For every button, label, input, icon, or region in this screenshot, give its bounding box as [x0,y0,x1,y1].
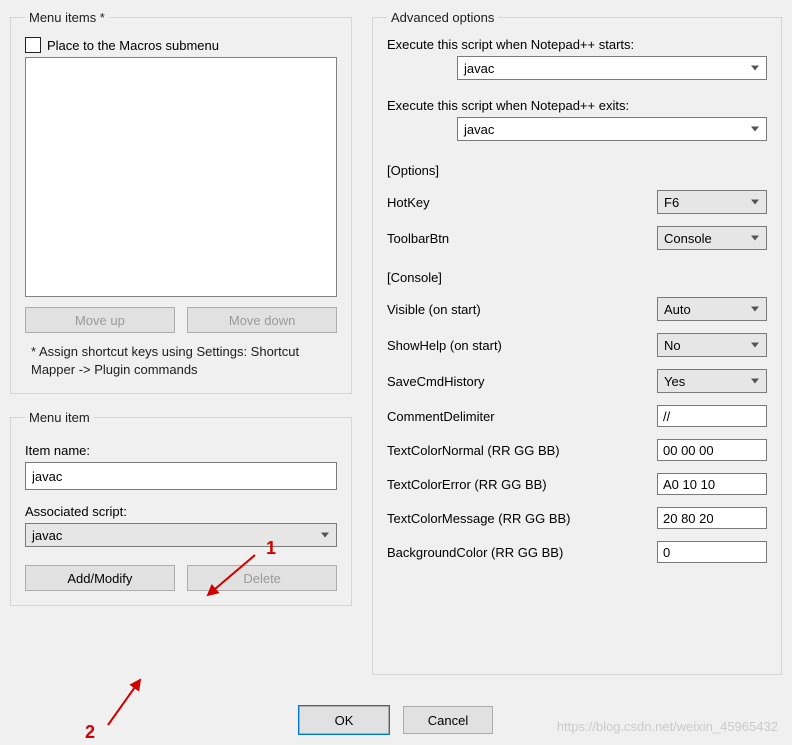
move-up-button[interactable]: Move up [25,307,175,333]
delete-button[interactable]: Delete [187,565,337,591]
textnormal-label: TextColorNormal (RR GG BB) [387,443,560,458]
chevron-down-icon [751,343,759,348]
hotkey-label: HotKey [387,195,430,210]
ok-button[interactable]: OK [299,706,389,734]
exec-exit-select[interactable]: javac [457,117,767,141]
visible-select[interactable]: Auto [657,297,767,321]
visible-value: Auto [664,302,691,317]
showhelp-value: No [664,338,681,353]
chevron-down-icon [751,127,759,132]
hotkey-select[interactable]: F6 [657,190,767,214]
cancel-button[interactable]: Cancel [403,706,493,734]
menu-items-list[interactable] [25,57,337,297]
commentdelim-input[interactable] [657,405,767,427]
exec-exit-value: javac [464,122,494,137]
textnormal-input[interactable] [657,439,767,461]
chevron-down-icon [751,66,759,71]
chevron-down-icon [321,533,329,538]
commentdelim-label: CommentDelimiter [387,409,495,424]
toolbar-label: ToolbarBtn [387,231,449,246]
showhelp-label: ShowHelp (on start) [387,338,502,353]
toolbar-value: Console [664,231,712,246]
chevron-down-icon [751,236,759,241]
toolbar-select[interactable]: Console [657,226,767,250]
hotkey-value: F6 [664,195,679,210]
menu-items-group: Menu items * Place to the Macros submenu… [10,10,352,394]
visible-label: Visible (on start) [387,302,481,317]
menu-item-legend: Menu item [25,410,94,425]
savecmd-value: Yes [664,374,685,389]
options-section-label: [Options] [387,163,767,178]
chevron-down-icon [751,307,759,312]
item-name-input[interactable] [25,462,337,490]
chevron-down-icon [751,379,759,384]
advanced-legend: Advanced options [387,10,498,25]
textmsg-input[interactable] [657,507,767,529]
add-modify-button[interactable]: Add/Modify [25,565,175,591]
macros-submenu-label: Place to the Macros submenu [47,38,219,53]
exec-start-label: Execute this script when Notepad++ start… [387,37,767,52]
texterror-input[interactable] [657,473,767,495]
texterror-label: TextColorError (RR GG BB) [387,477,547,492]
item-name-label: Item name: [25,443,337,458]
move-down-button[interactable]: Move down [187,307,337,333]
exec-start-value: javac [464,61,494,76]
associated-script-label: Associated script: [25,504,337,519]
console-section-label: [Console] [387,270,767,285]
menu-item-group: Menu item Item name: Associated script: … [10,410,352,606]
textmsg-label: TextColorMessage (RR GG BB) [387,511,571,526]
associated-script-select[interactable]: javac [25,523,337,547]
annotation-1: 1 [266,538,276,559]
macros-submenu-checkbox[interactable] [25,37,41,53]
menu-items-legend: Menu items * [25,10,109,25]
associated-script-value: javac [32,528,62,543]
savecmd-label: SaveCmdHistory [387,374,485,389]
shortcut-hint: * Assign shortcut keys using Settings: S… [31,343,333,379]
exec-start-select[interactable]: javac [457,56,767,80]
showhelp-select[interactable]: No [657,333,767,357]
chevron-down-icon [751,200,759,205]
bgcolor-input[interactable] [657,541,767,563]
bgcolor-label: BackgroundColor (RR GG BB) [387,545,563,560]
savecmd-select[interactable]: Yes [657,369,767,393]
advanced-options-group: Advanced options Execute this script whe… [372,10,782,675]
exec-exit-label: Execute this script when Notepad++ exits… [387,98,767,113]
